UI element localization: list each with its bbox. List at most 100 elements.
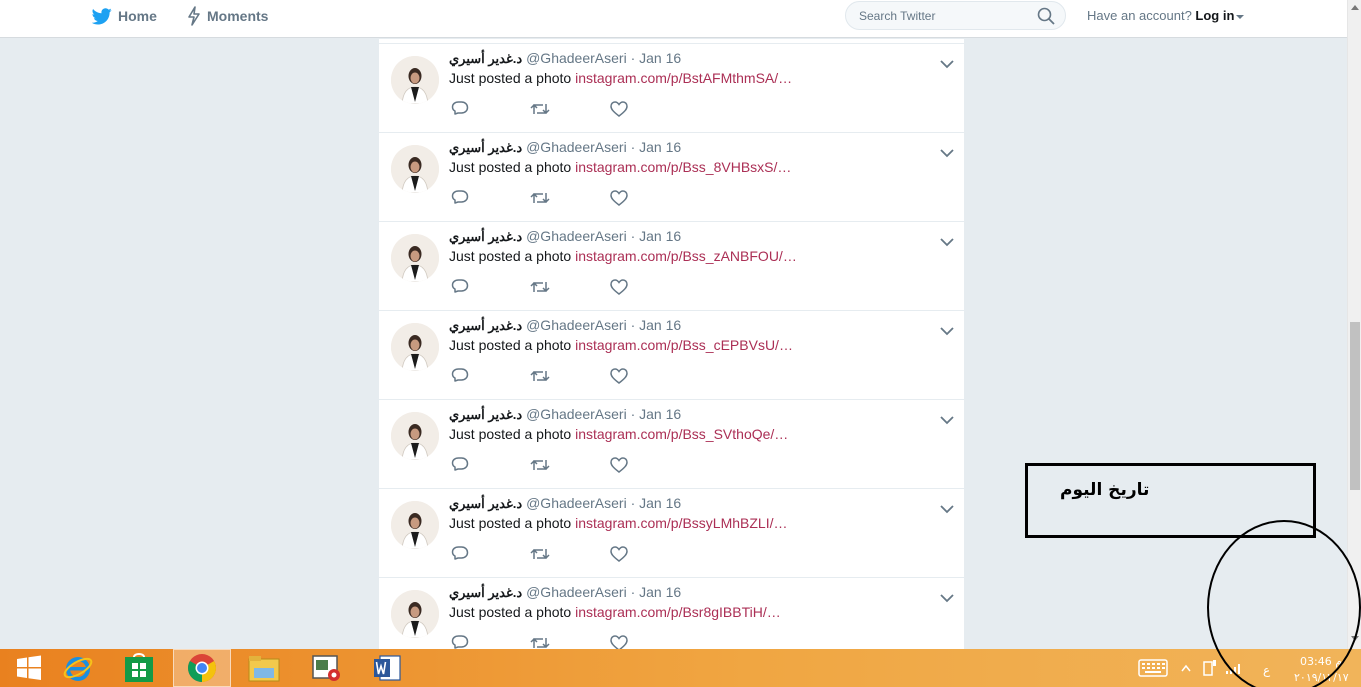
login-link[interactable]: Log in <box>1195 8 1234 23</box>
tweet-author-handle[interactable]: @GhadeerAseri <box>526 50 627 66</box>
tweet-link[interactable]: instagram.com/p/BssyLMhBZLI/… <box>575 515 787 531</box>
tweet-author-name[interactable]: د.غدير أسيري <box>449 51 522 66</box>
microsoft-word-icon[interactable] <box>358 649 416 687</box>
show-hidden-icon[interactable] <box>1181 649 1191 687</box>
avatar[interactable] <box>391 501 439 549</box>
tweet-link[interactable]: instagram.com/p/Bsr8gIBBTiH/… <box>575 604 781 620</box>
reply-icon[interactable] <box>451 634 469 649</box>
avatar[interactable] <box>391 590 439 638</box>
tweet-link[interactable]: instagram.com/p/BstAFMthmSA/… <box>575 70 792 86</box>
reply-icon[interactable] <box>451 278 469 301</box>
like-heart-icon[interactable] <box>610 100 628 123</box>
chevron-down-icon[interactable] <box>940 323 954 341</box>
tweet-item[interactable]: د.غدير أسيري @GhadeerAseri · Jan 16 Just… <box>379 221 964 310</box>
like-heart-icon[interactable] <box>610 456 628 479</box>
avatar[interactable] <box>391 323 439 371</box>
chevron-down-icon[interactable] <box>940 590 954 608</box>
chevron-down-icon[interactable] <box>940 501 954 519</box>
chevron-down-icon[interactable] <box>940 56 954 74</box>
moments-nav-link[interactable]: Moments <box>187 6 268 26</box>
reply-icon[interactable] <box>451 367 469 390</box>
reply-icon[interactable] <box>451 545 469 568</box>
tweet-date[interactable]: Jan 16 <box>639 317 681 333</box>
reply-icon[interactable] <box>451 189 469 212</box>
tweet-link[interactable]: instagram.com/p/Bss_zANBFOU/… <box>575 248 797 264</box>
retweet-icon[interactable] <box>530 634 550 649</box>
search-input[interactable]: Search Twitter <box>845 1 1066 30</box>
tweet-author-handle[interactable]: @GhadeerAseri <box>526 584 627 600</box>
search-icon[interactable] <box>1037 7 1055 30</box>
tweet-text: Just posted a photo instagram.com/p/Bss_… <box>449 248 797 264</box>
scrollbar-thumb[interactable] <box>1350 322 1360 490</box>
tweet-text: Just posted a photo instagram.com/p/Bss_… <box>449 159 791 175</box>
retweet-icon[interactable] <box>530 456 550 479</box>
tweet-author-handle[interactable]: @GhadeerAseri <box>526 228 627 244</box>
tweet-timeline: د.غدير أسيري @GhadeerAseri · Jan 16 Just… <box>378 39 965 649</box>
tweet-date[interactable]: Jan 16 <box>639 50 681 66</box>
tweet-actions <box>451 634 631 649</box>
avatar[interactable] <box>391 56 439 104</box>
page-scrollbar[interactable] <box>1347 0 1361 649</box>
retweet-icon[interactable] <box>530 189 550 212</box>
tweet-author-handle[interactable]: @GhadeerAseri <box>526 495 627 511</box>
file-explorer-icon[interactable] <box>235 649 293 687</box>
tweet-item[interactable]: د.غدير أسيري @GhadeerAseri · Jan 16 Just… <box>379 310 964 399</box>
reply-icon[interactable] <box>451 100 469 123</box>
account-prompt: Have an account? Log in <box>1087 8 1245 23</box>
tweet-date[interactable]: Jan 16 <box>639 495 681 511</box>
retweet-icon[interactable] <box>530 100 550 123</box>
reply-icon[interactable] <box>451 456 469 479</box>
google-chrome-icon[interactable] <box>173 649 231 687</box>
tweet-author-handle[interactable]: @GhadeerAseri <box>526 139 627 155</box>
chevron-down-icon[interactable] <box>940 234 954 252</box>
keyboard-icon[interactable] <box>1138 649 1168 687</box>
avatar[interactable] <box>391 145 439 193</box>
internet-explorer-icon[interactable] <box>49 649 107 687</box>
tweet-author-name[interactable]: د.غدير أسيري <box>449 318 522 333</box>
scroll-up-arrow-icon[interactable] <box>1351 5 1359 10</box>
home-nav-link[interactable]: Home <box>92 6 157 26</box>
chevron-down-icon[interactable] <box>940 412 954 430</box>
tweet-body: Just posted a photo <box>449 337 572 353</box>
tweet-item[interactable]: د.غدير أسيري @GhadeerAseri · Jan 16 Just… <box>379 132 964 221</box>
moments-label: Moments <box>207 8 269 24</box>
tweet-author-name[interactable]: د.غدير أسيري <box>449 496 522 511</box>
tweet-text: Just posted a photo instagram.com/p/Bss_… <box>449 426 788 442</box>
retweet-icon[interactable] <box>530 367 550 390</box>
search-placeholder: Search Twitter <box>859 9 936 23</box>
tweet-item[interactable]: د.غدير أسيري @GhadeerAseri · Jan 16 Just… <box>379 399 964 488</box>
tweet-date[interactable]: Jan 16 <box>639 406 681 422</box>
like-heart-icon[interactable] <box>610 189 628 212</box>
tweet-date[interactable]: Jan 16 <box>639 584 681 600</box>
avatar[interactable] <box>391 412 439 460</box>
tweet-author-name[interactable]: د.غدير أسيري <box>449 229 522 244</box>
like-heart-icon[interactable] <box>610 278 628 301</box>
tweet-item[interactable]: د.غدير أسيري @GhadeerAseri · Jan 16 Just… <box>379 577 964 649</box>
tweet-author-handle[interactable]: @GhadeerAseri <box>526 406 627 422</box>
like-heart-icon[interactable] <box>610 545 628 568</box>
tweet-date[interactable]: Jan 16 <box>639 139 681 155</box>
like-heart-icon[interactable] <box>610 634 628 649</box>
network-adapter-icon[interactable] <box>1202 649 1218 687</box>
tweet-author-name[interactable]: د.غدير أسيري <box>449 585 522 600</box>
tweet-date[interactable]: Jan 16 <box>639 228 681 244</box>
like-heart-icon[interactable] <box>610 367 628 390</box>
tweet-actions <box>451 278 631 296</box>
retweet-icon[interactable] <box>530 278 550 301</box>
tweet-author-name[interactable]: د.غدير أسيري <box>449 140 522 155</box>
tweet-link[interactable]: instagram.com/p/Bss_8VHBsxS/… <box>575 159 791 175</box>
tweet-item[interactable]: د.غدير أسيري @GhadeerAseri · Jan 16 Just… <box>379 488 964 577</box>
chevron-down-icon[interactable] <box>940 145 954 163</box>
tweet-link[interactable]: instagram.com/p/Bss_SVthoQe/… <box>575 426 788 442</box>
retweet-icon[interactable] <box>530 545 550 568</box>
tweet-author-name[interactable]: د.غدير أسيري <box>449 407 522 422</box>
tweet-item[interactable]: د.غدير أسيري @GhadeerAseri · Jan 16 Just… <box>379 43 964 132</box>
tweet-separator: · <box>630 139 636 155</box>
tweet-author-handle[interactable]: @GhadeerAseri <box>526 317 627 333</box>
media-app-icon[interactable] <box>297 649 355 687</box>
tweet-body: Just posted a photo <box>449 604 572 620</box>
chevron-down-icon[interactable] <box>1236 14 1245 19</box>
windows-store-icon[interactable] <box>110 649 168 687</box>
avatar[interactable] <box>391 234 439 282</box>
tweet-link[interactable]: instagram.com/p/Bss_cEPBVsU/… <box>575 337 793 353</box>
